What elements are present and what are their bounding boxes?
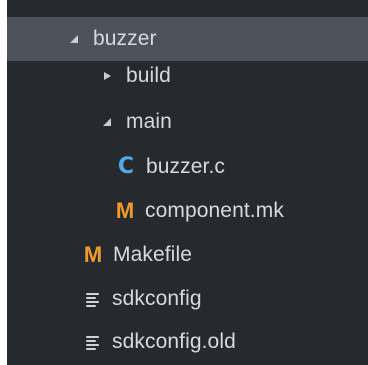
left-border [0,0,7,365]
project-tree-panel: buzzer build main C buzzer.c M component… [7,0,368,365]
tree-item-buzzer-c[interactable]: C buzzer.c [7,145,368,189]
tree-item-label: build [126,64,171,87]
tree-item-label: Makefile [113,243,192,266]
tree-item-label: sdkconfig.old [112,330,236,353]
tree-item-label: buzzer.c [146,155,226,178]
makefile-icon: M [115,198,135,223]
tree-item-label: buzzer [93,27,157,50]
tree-item-sdkconfig[interactable]: sdkconfig [7,277,368,321]
collapsed-triangle-icon[interactable] [98,67,116,85]
file-explorer-window: buzzer build main C buzzer.c M component… [0,0,368,365]
tree-item-label: component.mk [145,199,284,222]
tree-item-sdkconfig-old[interactable]: sdkconfig.old [7,320,368,364]
tree-item-component-mk[interactable]: M component.mk [7,189,368,233]
c-file-icon: C [117,154,135,179]
text-file-icon [86,334,102,350]
tree-item-build[interactable]: build [7,54,368,98]
tree-item-makefile[interactable]: M Makefile [7,233,368,277]
tree-item-label: main [126,110,172,133]
tree-item-main[interactable]: main [7,100,368,144]
expanded-triangle-icon[interactable] [65,30,83,48]
expanded-triangle-icon[interactable] [98,113,116,131]
makefile-icon: M [83,242,103,267]
tree-item-label: sdkconfig [112,287,202,310]
text-file-icon [86,291,102,307]
